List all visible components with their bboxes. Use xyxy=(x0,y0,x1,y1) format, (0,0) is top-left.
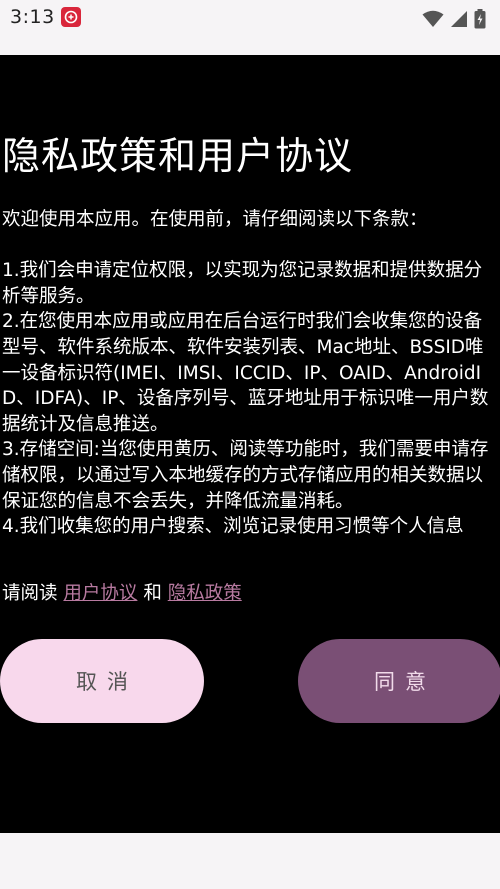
policy-text-scroll[interactable]: 欢迎使用本应用。在使用前，请仔细阅读以下条款： 1.我们会申请定位权限，以实现为… xyxy=(2,207,498,555)
user-agreement-link[interactable]: 用户协议 xyxy=(63,583,137,604)
wifi-icon xyxy=(422,10,444,32)
read-agreement-line: 请阅读 用户协议 和 隐私政策 xyxy=(2,579,242,605)
privacy-policy-link[interactable]: 隐私政策 xyxy=(168,583,242,604)
and-text: 和 xyxy=(143,583,162,604)
signal-icon xyxy=(450,10,468,32)
policy-term-3: 3.存储空间:当您使用黄历、阅读等功能时，我们需要申请存储权限，以通过写入本地缓… xyxy=(2,439,489,512)
status-left: 3:13 xyxy=(10,6,81,28)
privacy-dialog: 隐私政策和用户协议 欢迎使用本应用。在使用前，请仔细阅读以下条款： 1.我们会申… xyxy=(0,55,500,833)
policy-intro: 欢迎使用本应用。在使用前，请仔细阅读以下条款： xyxy=(2,209,428,230)
status-bar: 3:13 xyxy=(0,0,500,55)
battery-charging-icon xyxy=(474,9,486,33)
policy-term-2: 2.在您使用本应用或应用在后台运行时我们会收集您的设备型号、软件系统版本、软件安… xyxy=(2,311,489,435)
agree-button[interactable]: 同意 xyxy=(298,639,500,723)
dialog-title: 隐私政策和用户协议 xyxy=(2,134,354,178)
status-right xyxy=(422,6,486,33)
status-time: 3:13 xyxy=(10,6,55,28)
read-prefix: 请阅读 xyxy=(2,583,58,604)
policy-term-1: 1.我们会申请定位权限，以实现为您记录数据和提供数据分析等服务。 xyxy=(2,260,483,307)
app-badge-icon xyxy=(60,7,81,27)
navigation-bar-area xyxy=(0,833,500,889)
policy-term-4: 4.我们收集您的用户搜索、浏览记录使用习惯等个人信息 xyxy=(2,516,464,538)
cancel-button[interactable]: 取消 xyxy=(0,639,204,723)
